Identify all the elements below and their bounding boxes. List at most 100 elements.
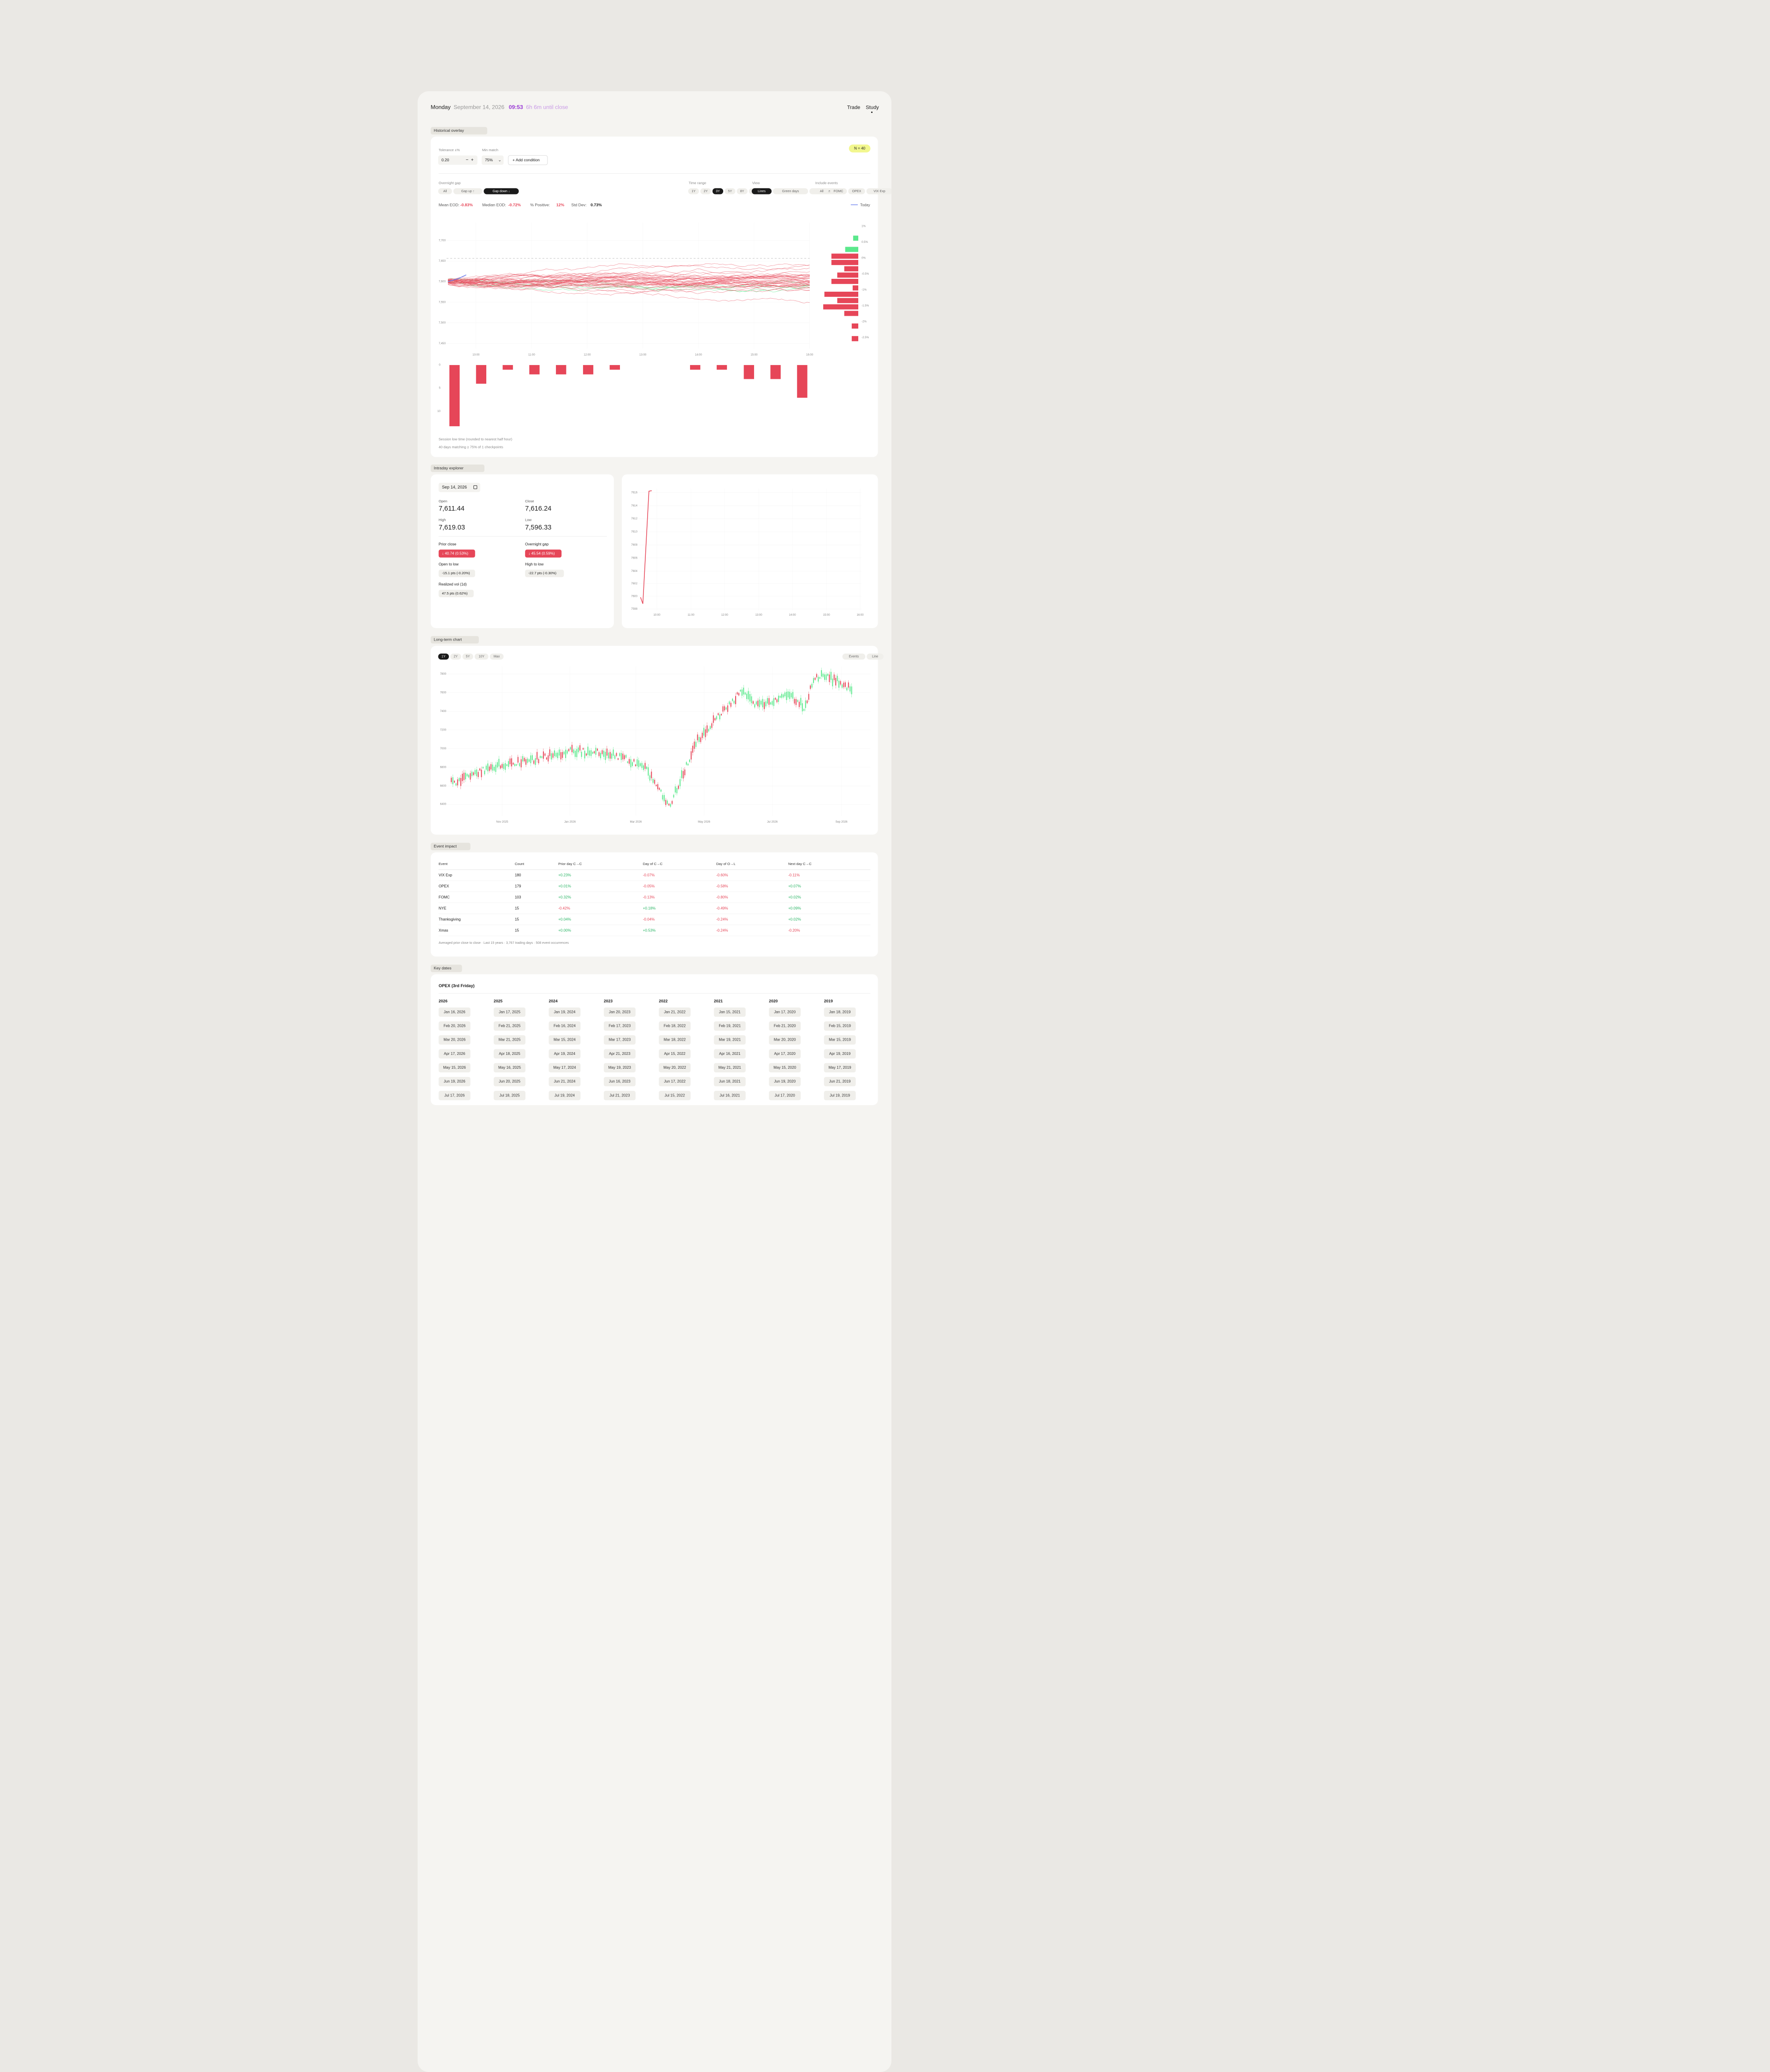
candle-body	[528, 759, 530, 762]
overnight-gap-label: Overnight gap	[525, 542, 549, 547]
candle-body	[808, 694, 809, 700]
candle-body	[630, 759, 631, 768]
x-tick: 11:00	[528, 353, 535, 356]
chevron-down-icon: ⌄	[498, 158, 502, 162]
keydates-year: 2026	[439, 999, 448, 1003]
distribution-bar	[844, 266, 859, 271]
low-y-tick: 10	[437, 410, 441, 413]
keydate-label: Mar 17, 2023	[608, 1038, 631, 1042]
candle-body	[574, 750, 576, 757]
events-card: Event Count Prior day C→C Day of C→C Day of …	[431, 852, 878, 957]
keydate-label: Jan 19, 2024	[554, 1010, 575, 1014]
candle-body	[663, 795, 665, 801]
keydate-label: Jan 17, 2020	[774, 1010, 796, 1014]
keydate-label: Jun 21, 2024	[554, 1079, 575, 1083]
session-low-bar	[716, 365, 727, 370]
candle-body	[802, 703, 803, 712]
lt-y-tick: 7200	[440, 728, 447, 731]
keydates-card: OPEX (3rd Friday) 2026 Jan 16, 2026 Feb 20,…	[431, 974, 878, 1105]
lt-x-tick: Nov 2025	[496, 820, 508, 824]
candle-body	[684, 769, 685, 776]
candle-body	[509, 758, 511, 765]
candle-body	[835, 678, 837, 686]
candle-body	[787, 691, 789, 698]
lt-range-2-label: 5Y	[466, 655, 470, 659]
candle-body	[840, 681, 841, 685]
candle-body	[659, 788, 660, 790]
distribution-bar	[824, 291, 859, 297]
intraday-x-tick: 10:00	[653, 613, 661, 617]
candle-body	[641, 763, 643, 768]
keydate-label: Apr 15, 2022	[664, 1052, 686, 1056]
lt-range-3-label: 10Y	[478, 655, 484, 659]
candle-body	[730, 702, 732, 707]
session-low-bar	[690, 365, 701, 370]
lt-x-tick: Jul 2026	[767, 820, 778, 824]
stat-value-0: -0.83%	[460, 203, 473, 207]
candle-body	[818, 677, 819, 682]
candle-body	[527, 759, 528, 763]
candle-body	[620, 753, 622, 760]
candle-body	[549, 749, 550, 756]
candle-body	[824, 674, 826, 680]
candle-body	[735, 696, 737, 704]
candle-body	[759, 700, 760, 707]
keydate-label: Feb 15, 2019	[829, 1024, 851, 1028]
pct-tick: 0.5%	[861, 241, 868, 244]
keydate-label: Jul 19, 2019	[830, 1093, 850, 1097]
keydate-label: Jan 17, 2025	[499, 1010, 520, 1014]
keydate-label: Mar 15, 2024	[554, 1038, 576, 1042]
candle-body	[490, 764, 492, 770]
candle-body	[540, 756, 541, 758]
candle-body	[776, 699, 778, 702]
candle-body	[457, 779, 458, 786]
candle-body	[533, 760, 535, 764]
header-time: 09:53	[509, 104, 523, 111]
candle-body	[743, 688, 744, 695]
candle-body	[585, 753, 587, 756]
candle-body	[619, 753, 620, 756]
events-cell: VIX Exp	[439, 873, 453, 877]
range-option-0-label: 1Y	[691, 189, 696, 193]
section-events-label: Event impact	[434, 844, 457, 848]
events-cell: +0.23%	[558, 873, 571, 877]
candle-body	[692, 746, 693, 753]
session-low-bar	[502, 365, 513, 370]
keydate-label: Apr 18, 2025	[499, 1052, 520, 1056]
keydate-label: Feb 18, 2022	[664, 1024, 686, 1028]
candle-body	[655, 784, 657, 786]
pct-tick: -1.5%	[861, 304, 869, 307]
candle-body	[738, 693, 739, 695]
keydate-label: Jun 16, 2023	[609, 1079, 631, 1083]
candle-body	[768, 698, 770, 705]
tolerance-increment[interactable]: +	[471, 158, 474, 163]
keydate-label: Jun 19, 2026	[444, 1079, 466, 1083]
candle-body	[686, 762, 687, 765]
intraday-card: Sep 14, 2026 Open 7,611.44 Close 7,616.24 Hig…	[431, 474, 614, 628]
candle-body	[775, 698, 776, 700]
candle-body	[807, 700, 808, 703]
app-window: Monday September 14, 2026 09:53 6h 6m until…	[418, 91, 891, 2072]
header-bar: Monday September 14, 2026 09:53 6h 6m until…	[431, 104, 879, 113]
candle-body	[525, 759, 527, 765]
candle-body	[830, 671, 832, 680]
nav-study[interactable]: Study	[866, 105, 879, 110]
distribution-bar	[844, 311, 859, 316]
candle-body	[749, 694, 751, 702]
keydate-label: Jan 20, 2023	[609, 1010, 631, 1014]
keydate-label: May 16, 2025	[498, 1065, 521, 1070]
candle-body	[813, 678, 814, 683]
lt-range-1-label: 2Y	[454, 655, 458, 659]
keydate-label: Apr 21, 2023	[609, 1052, 631, 1056]
stat-label-3: Std Dev:	[571, 203, 586, 207]
historical-card-bg	[431, 136, 878, 457]
candle-body	[468, 775, 469, 777]
candle-body	[520, 759, 522, 768]
ohlc-label-1: Close	[525, 499, 534, 503]
tolerance-label: Tolerance ±%	[439, 148, 460, 152]
candle-body	[709, 726, 711, 730]
nav-trade[interactable]: Trade	[847, 105, 861, 110]
candle-body	[674, 786, 676, 793]
keydate-label: May 20, 2022	[663, 1065, 686, 1070]
tolerance-decrement[interactable]: −	[466, 158, 468, 163]
